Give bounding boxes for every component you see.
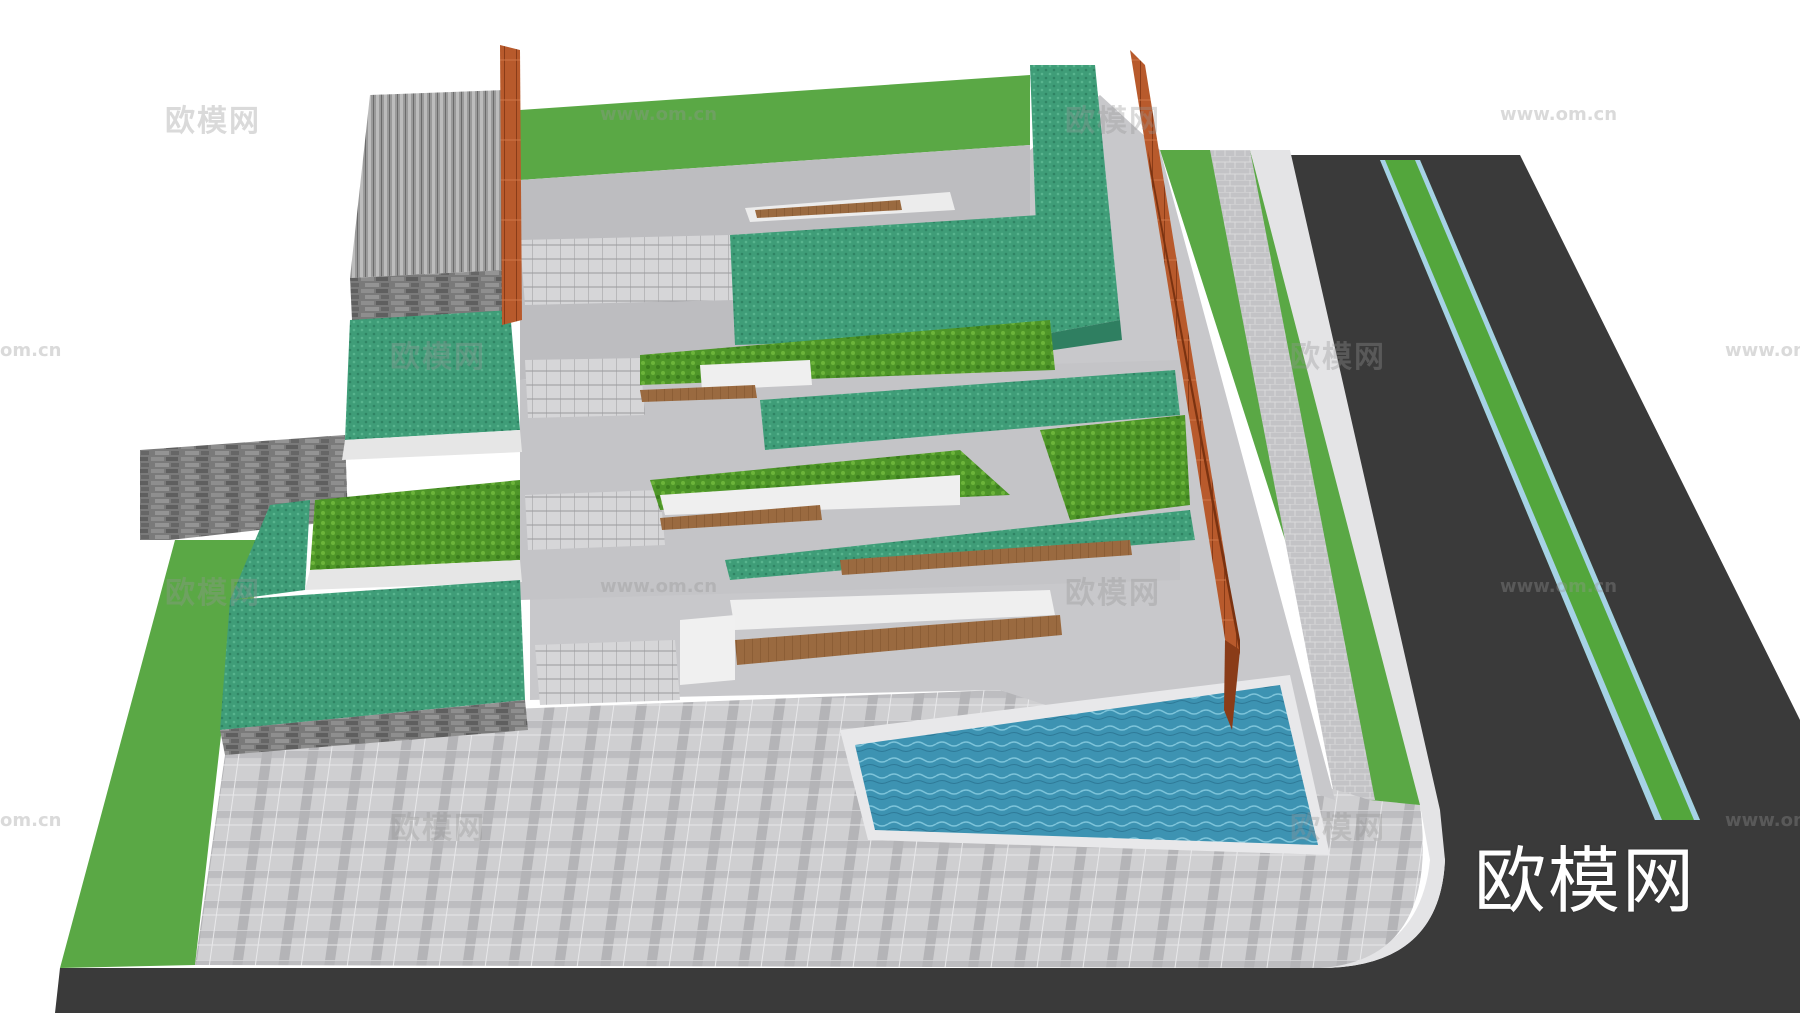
left-terraces <box>220 310 528 755</box>
brand-logo-text: 欧模网 <box>1474 839 1697 923</box>
building-block <box>350 90 510 320</box>
